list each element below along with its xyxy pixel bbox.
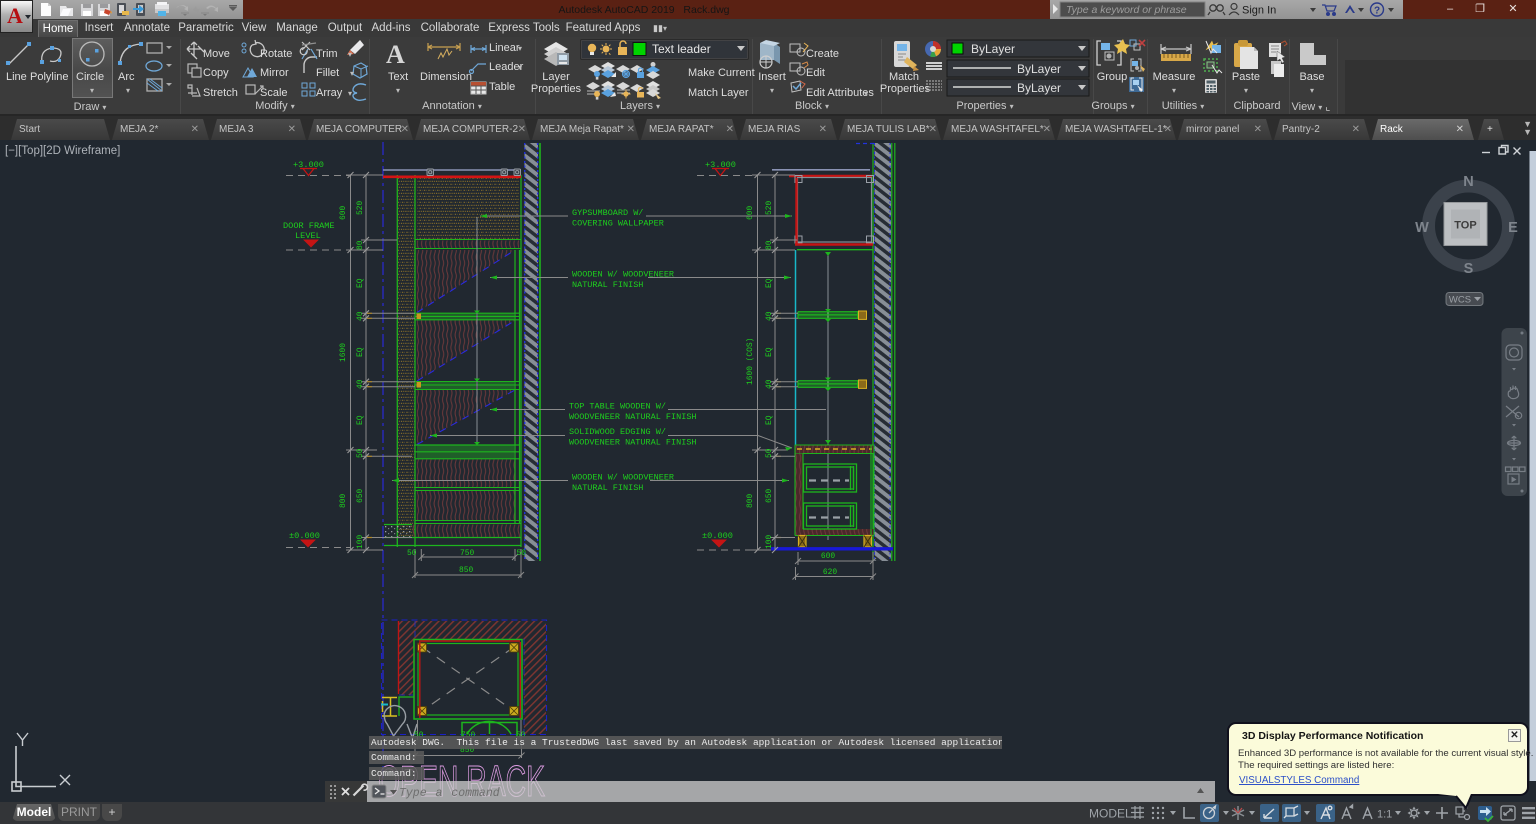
svg-text:SOLIDWOOD EDGING W/: SOLIDWOOD EDGING W/ — [569, 427, 666, 437]
svg-text:80: 80 — [356, 240, 365, 250]
svg-text:750: 750 — [460, 549, 474, 558]
svg-text:EQ: EQ — [356, 278, 365, 288]
svg-text:EQ: EQ — [765, 415, 774, 425]
svg-text:50: 50 — [517, 549, 527, 558]
svg-text:W: W — [1415, 220, 1429, 236]
svg-text:WCS: WCS — [1449, 295, 1471, 306]
svg-text:N: N — [1463, 174, 1473, 190]
svg-text:Type a command: Type a command — [399, 787, 500, 800]
svg-text:1:1: 1:1 — [1377, 809, 1392, 821]
svg-text:EQ: EQ — [356, 415, 365, 425]
svg-text:650: 650 — [765, 489, 774, 503]
svg-text:620: 620 — [823, 568, 837, 577]
svg-text:40: 40 — [356, 379, 365, 389]
svg-text:ByLayer: ByLayer — [1017, 81, 1061, 95]
svg-text:TOP TABLE WOODEN W/: TOP TABLE WOODEN W/ — [569, 402, 666, 412]
svg-text:EQ: EQ — [356, 347, 365, 357]
svg-text:850: 850 — [459, 566, 473, 575]
svg-text:A: A — [7, 3, 23, 28]
svg-text:800: 800 — [339, 494, 348, 508]
svg-text:1600 (COS): 1600 (COS) — [746, 338, 755, 385]
svg-text:EQ: EQ — [765, 278, 774, 288]
svg-text:50: 50 — [765, 448, 774, 458]
svg-text:600: 600 — [746, 206, 755, 220]
svg-text:MODEL: MODEL — [1089, 807, 1132, 821]
svg-text:520: 520 — [765, 201, 774, 215]
svg-text:600: 600 — [821, 552, 835, 561]
svg-text:COVERING WALLPAPER: COVERING WALLPAPER — [572, 219, 664, 229]
svg-text:1600: 1600 — [339, 343, 348, 362]
svg-text:600: 600 — [339, 206, 348, 220]
svg-text:650: 650 — [356, 489, 365, 503]
svg-text:ByLayer: ByLayer — [971, 42, 1015, 56]
svg-text:800: 800 — [746, 494, 755, 508]
svg-text:40: 40 — [765, 379, 774, 389]
svg-text:EQ: EQ — [765, 347, 774, 357]
svg-text:WOODVENEER NATURAL FINISH: WOODVENEER NATURAL FINISH — [569, 412, 697, 422]
svg-text:40: 40 — [765, 311, 774, 321]
svg-text:NATURAL FINISH: NATURAL FINISH — [572, 280, 643, 290]
svg-text:TOP: TOP — [1454, 220, 1476, 232]
svg-text:Type a keyword or phrase: Type a keyword or phrase — [1066, 4, 1187, 16]
svg-text:80: 80 — [765, 240, 774, 250]
svg-text:GYPSUMBOARD W/: GYPSUMBOARD W/ — [572, 208, 643, 218]
svg-text:DOOR FRAME: DOOR FRAME — [283, 221, 335, 231]
svg-text:[−][Top][2D Wireframe]: [−][Top][2D Wireframe] — [5, 145, 120, 157]
svg-text:E: E — [1508, 220, 1518, 236]
svg-text:50: 50 — [407, 549, 417, 558]
svg-text:100: 100 — [356, 535, 365, 549]
svg-text:NATURAL FINISH: NATURAL FINISH — [572, 483, 643, 493]
svg-text:Sign In: Sign In — [1242, 5, 1276, 17]
svg-text:50: 50 — [356, 448, 365, 458]
svg-text:100: 100 — [765, 535, 774, 549]
svg-text:?: ? — [1374, 6, 1380, 17]
svg-text:S: S — [1464, 261, 1474, 277]
svg-text:ByLayer: ByLayer — [1017, 62, 1061, 76]
svg-text:40: 40 — [356, 311, 365, 321]
svg-text:520: 520 — [356, 201, 365, 215]
svg-text:WOODVENEER NATURAL FINISH: WOODVENEER NATURAL FINISH — [569, 438, 697, 448]
svg-text:Text leader: Text leader — [652, 42, 711, 56]
